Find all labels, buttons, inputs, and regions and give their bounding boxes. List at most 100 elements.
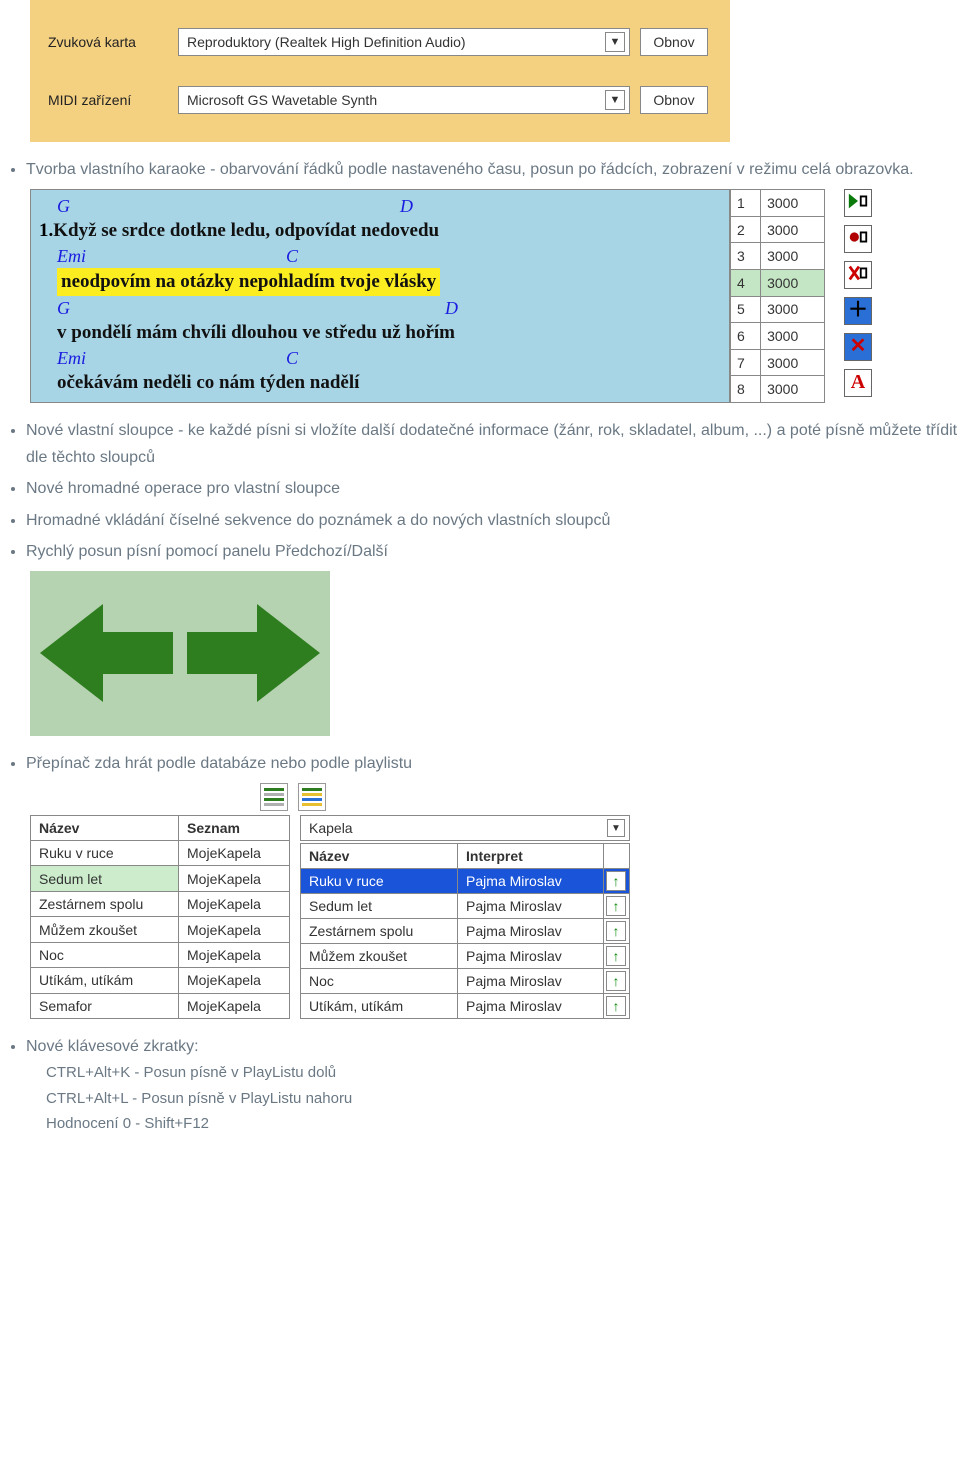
move-up-icon[interactable]: ↑ xyxy=(606,871,626,891)
lyric-line: v pondělí mám chvíli dlouhou ve středu u… xyxy=(57,320,721,346)
timing-value: 3000 xyxy=(761,296,825,323)
playlist-header-interpret: Interpret xyxy=(458,844,604,869)
move-up-icon[interactable]: ↑ xyxy=(606,946,626,966)
add-row-icon[interactable]: ＋ xyxy=(844,297,872,325)
song-list: MojeKapela xyxy=(179,968,290,993)
chord: Emi xyxy=(57,346,86,370)
song-name: Sedum let xyxy=(31,866,179,891)
move-up-icon[interactable]: ↑ xyxy=(606,996,626,1016)
timing-row[interactable]: 83000 xyxy=(731,376,825,403)
playlist-name: Zestárnem spolu xyxy=(301,919,458,944)
verse-number: 1. xyxy=(39,220,53,241)
timing-row[interactable]: 73000 xyxy=(731,349,825,376)
table-row[interactable]: Zestárnem spoluMojeKapela xyxy=(31,891,290,916)
table-row[interactable]: NocPajma Miroslav↑ xyxy=(301,969,630,994)
sound-card-label: Zvuková karta xyxy=(48,34,178,50)
move-up-icon[interactable]: ↑ xyxy=(606,971,626,991)
song-name: Ruku v ruce xyxy=(31,841,179,866)
timing-row[interactable]: 43000 xyxy=(731,269,825,296)
timing-row[interactable]: 13000 xyxy=(731,190,825,217)
playlist-name: Sedum let xyxy=(301,894,458,919)
timing-value: 3000 xyxy=(761,216,825,243)
refresh-button[interactable]: Obnov xyxy=(640,86,708,114)
playlist-interpret: Pajma Miroslav xyxy=(458,894,604,919)
timing-row[interactable]: 33000 xyxy=(731,243,825,270)
songs-table: Název Seznam Ruku v ruceMojeKapelaSedum … xyxy=(30,815,290,1019)
record-stop-icon[interactable] xyxy=(844,225,872,253)
feature-item: Hromadné vkládání číselné sekvence do po… xyxy=(26,507,960,534)
refresh-button[interactable]: Obnov xyxy=(640,28,708,56)
songs-header-name: Název xyxy=(31,816,179,841)
song-name: Můžem zkoušet xyxy=(31,917,179,942)
timing-index: 1 xyxy=(731,190,761,217)
band-select[interactable]: Kapela ▼ xyxy=(300,815,630,841)
playlist-name: Ruku v ruce xyxy=(301,869,458,894)
timing-row[interactable]: 53000 xyxy=(731,296,825,323)
timing-row[interactable]: 63000 xyxy=(731,323,825,350)
table-row[interactable]: Ruku v ruceMojeKapela xyxy=(31,841,290,866)
band-value: Kapela xyxy=(309,820,353,836)
song-list: MojeKapela xyxy=(179,993,290,1018)
chevron-down-icon: ▼ xyxy=(605,32,625,52)
song-list: MojeKapela xyxy=(179,917,290,942)
song-name: Semafor xyxy=(31,993,179,1018)
table-row[interactable]: Ruku v rucePajma Miroslav↑ xyxy=(301,869,630,894)
timing-value: 3000 xyxy=(761,376,825,403)
chord: D xyxy=(445,296,458,320)
feature-item: Tvorba vlastního karaoke - obarvování řá… xyxy=(26,156,960,183)
table-row[interactable]: SemaforMojeKapela xyxy=(31,993,290,1018)
lyrics-box: GD 1.Když se srdce dotkne ledu, odpovída… xyxy=(30,189,730,403)
playlist-table: Název Interpret Ruku v rucePajma Mirosla… xyxy=(300,843,630,1019)
table-row[interactable]: Sedum letPajma Miroslav↑ xyxy=(301,894,630,919)
table-row[interactable]: Sedum letMojeKapela xyxy=(31,866,290,891)
chord: C xyxy=(286,244,298,268)
midi-device-select[interactable]: Microsoft GS Wavetable Synth ▼ xyxy=(178,86,630,114)
table-row[interactable]: Můžem zkoušetPajma Miroslav↑ xyxy=(301,944,630,969)
table-row[interactable]: Zestárnem spoluPajma Miroslav↑ xyxy=(301,919,630,944)
playlist-name: Utíkám, utíkám xyxy=(301,994,458,1019)
song-name: Zestárnem spolu xyxy=(31,891,179,916)
timing-value: 3000 xyxy=(761,323,825,350)
arrow-left-icon[interactable] xyxy=(40,593,180,713)
timing-row[interactable]: 23000 xyxy=(731,216,825,243)
shortcut-line: Hodnocení 0 - Shift+F12 xyxy=(46,1111,960,1137)
songs-header-list: Seznam xyxy=(179,816,290,841)
sound-card-select[interactable]: Reproduktory (Realtek High Definition Au… xyxy=(178,28,630,56)
table-row[interactable]: Můžem zkoušetMojeKapela xyxy=(31,917,290,942)
chord: D xyxy=(400,194,413,218)
timing-index: 2 xyxy=(731,216,761,243)
timing-index: 8 xyxy=(731,376,761,403)
timing-index: 4 xyxy=(731,269,761,296)
move-up-icon[interactable]: ↑ xyxy=(606,921,626,941)
timing-index: 6 xyxy=(731,323,761,350)
auto-icon[interactable]: A xyxy=(844,369,872,397)
song-list: MojeKapela xyxy=(179,891,290,916)
chord: C xyxy=(286,346,298,370)
playlist-toggle-icons xyxy=(260,783,960,811)
shortcut-line: CTRL+Alt+L - Posun písně v PlayListu nah… xyxy=(46,1086,960,1112)
table-row[interactable]: Utíkám, utíkámMojeKapela xyxy=(31,968,290,993)
song-list: MojeKapela xyxy=(179,866,290,891)
feature-item: Rychlý posun písní pomocí panelu Předcho… xyxy=(26,538,960,565)
database-view-icon[interactable] xyxy=(260,783,288,811)
record-delete-icon[interactable] xyxy=(844,261,872,289)
remove-row-icon[interactable]: ✕ xyxy=(844,333,872,361)
arrow-right-icon[interactable] xyxy=(180,593,320,713)
move-up-icon[interactable]: ↑ xyxy=(606,896,626,916)
audio-settings-panel: Zvuková karta Reproduktory (Realtek High… xyxy=(30,0,730,142)
chord: Emi xyxy=(57,244,86,268)
timing-table: 1300023000330004300053000630007300083000 xyxy=(730,189,825,403)
timing-value: 3000 xyxy=(761,243,825,270)
lyric-line: očekávám neděli co nám týden nadělí xyxy=(57,370,721,396)
sound-card-value: Reproduktory (Realtek High Definition Au… xyxy=(187,34,466,50)
timing-index: 5 xyxy=(731,296,761,323)
record-start-icon[interactable] xyxy=(844,189,872,217)
lyric-line-highlighted: neodpovím na otázky nepohladím tvoje vlá… xyxy=(57,268,440,296)
playlist-view-icon[interactable] xyxy=(298,783,326,811)
shortcut-line: CTRL+Alt+K - Posun písně v PlayListu dol… xyxy=(46,1060,960,1086)
table-row[interactable]: NocMojeKapela xyxy=(31,942,290,967)
timing-value: 3000 xyxy=(761,349,825,376)
playlist-interpret: Pajma Miroslav xyxy=(458,994,604,1019)
table-row[interactable]: Utíkám, utíkámPajma Miroslav↑ xyxy=(301,994,630,1019)
song-name: Utíkám, utíkám xyxy=(31,968,179,993)
